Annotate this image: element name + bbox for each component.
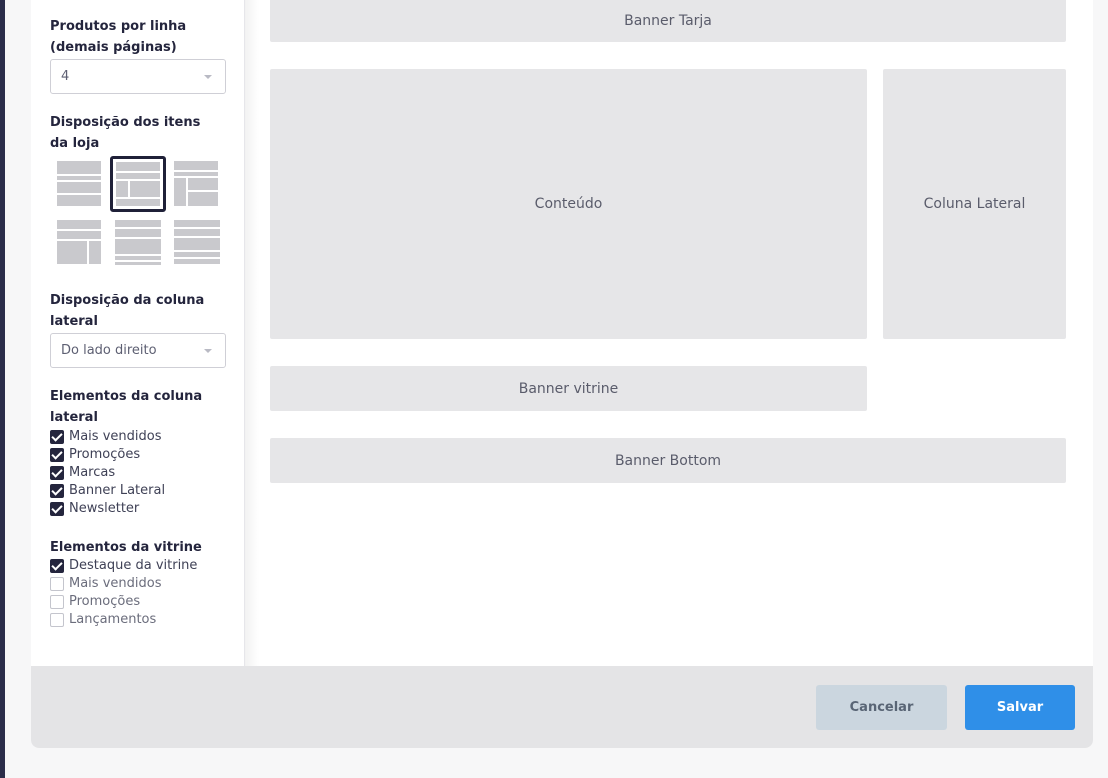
- sidebar-column-label: Disposição da coluna lateral: [50, 293, 205, 329]
- modal-footer: Cancelar Salvar: [31, 666, 1093, 748]
- zone-banner-bottom: Banner Bottom: [270, 438, 1066, 483]
- checkbox-unchecked-icon[interactable]: [50, 613, 64, 627]
- checkbox-checked-icon[interactable]: [50, 559, 64, 573]
- showcase-elements-label: Elementos da vitrine: [50, 540, 202, 555]
- layout-option-6[interactable]: [171, 216, 223, 268]
- checkbox-unchecked-icon[interactable]: [50, 595, 64, 609]
- zone-banner-tarja: Banner Tarja: [270, 0, 1066, 42]
- layout-option-2[interactable]: [110, 156, 166, 212]
- checkbox-unchecked-icon[interactable]: [50, 577, 64, 591]
- checkbox-checked-icon[interactable]: [50, 484, 64, 498]
- cancel-button[interactable]: Cancelar: [816, 685, 947, 730]
- caret-down-icon: [204, 349, 212, 353]
- products-per-line-value: 4: [61, 69, 70, 84]
- sidebar-column-value: Do lado direito: [61, 343, 157, 358]
- checkbox-checked-icon[interactable]: [50, 430, 64, 444]
- sidebar-shadow: [245, 0, 259, 666]
- save-button[interactable]: Salvar: [965, 685, 1075, 730]
- caret-down-icon: [204, 75, 212, 79]
- layout-option-4[interactable]: [53, 216, 105, 268]
- checkbox-checked-icon[interactable]: [50, 448, 64, 462]
- zone-coluna-lateral: Coluna Lateral: [883, 69, 1066, 339]
- layout-option-1[interactable]: [53, 158, 105, 210]
- zone-conteudo: Conteúdo: [270, 69, 867, 339]
- settings-sidebar: Produtos por linha (demais páginas) 4 Di…: [31, 0, 245, 666]
- app-side-edge: [0, 0, 5, 778]
- zone-banner-vitrine: Banner vitrine: [270, 366, 867, 411]
- store-layout-label: Disposição dos itens da loja: [50, 115, 201, 151]
- products-per-line-label: Produtos por linha (demais páginas): [50, 19, 187, 55]
- checkbox-checked-icon[interactable]: [50, 466, 64, 480]
- layout-option-5[interactable]: [112, 216, 164, 268]
- layout-option-3[interactable]: [171, 158, 223, 210]
- products-per-line-select[interactable]: 4: [50, 59, 226, 94]
- sidebar-elements-label: Elementos da coluna lateral: [50, 389, 203, 425]
- layout-settings-modal: Produtos por linha (demais páginas) 4 Di…: [31, 0, 1093, 748]
- sidebar-column-select[interactable]: Do lado direito: [50, 333, 226, 368]
- checkbox-checked-icon[interactable]: [50, 502, 64, 516]
